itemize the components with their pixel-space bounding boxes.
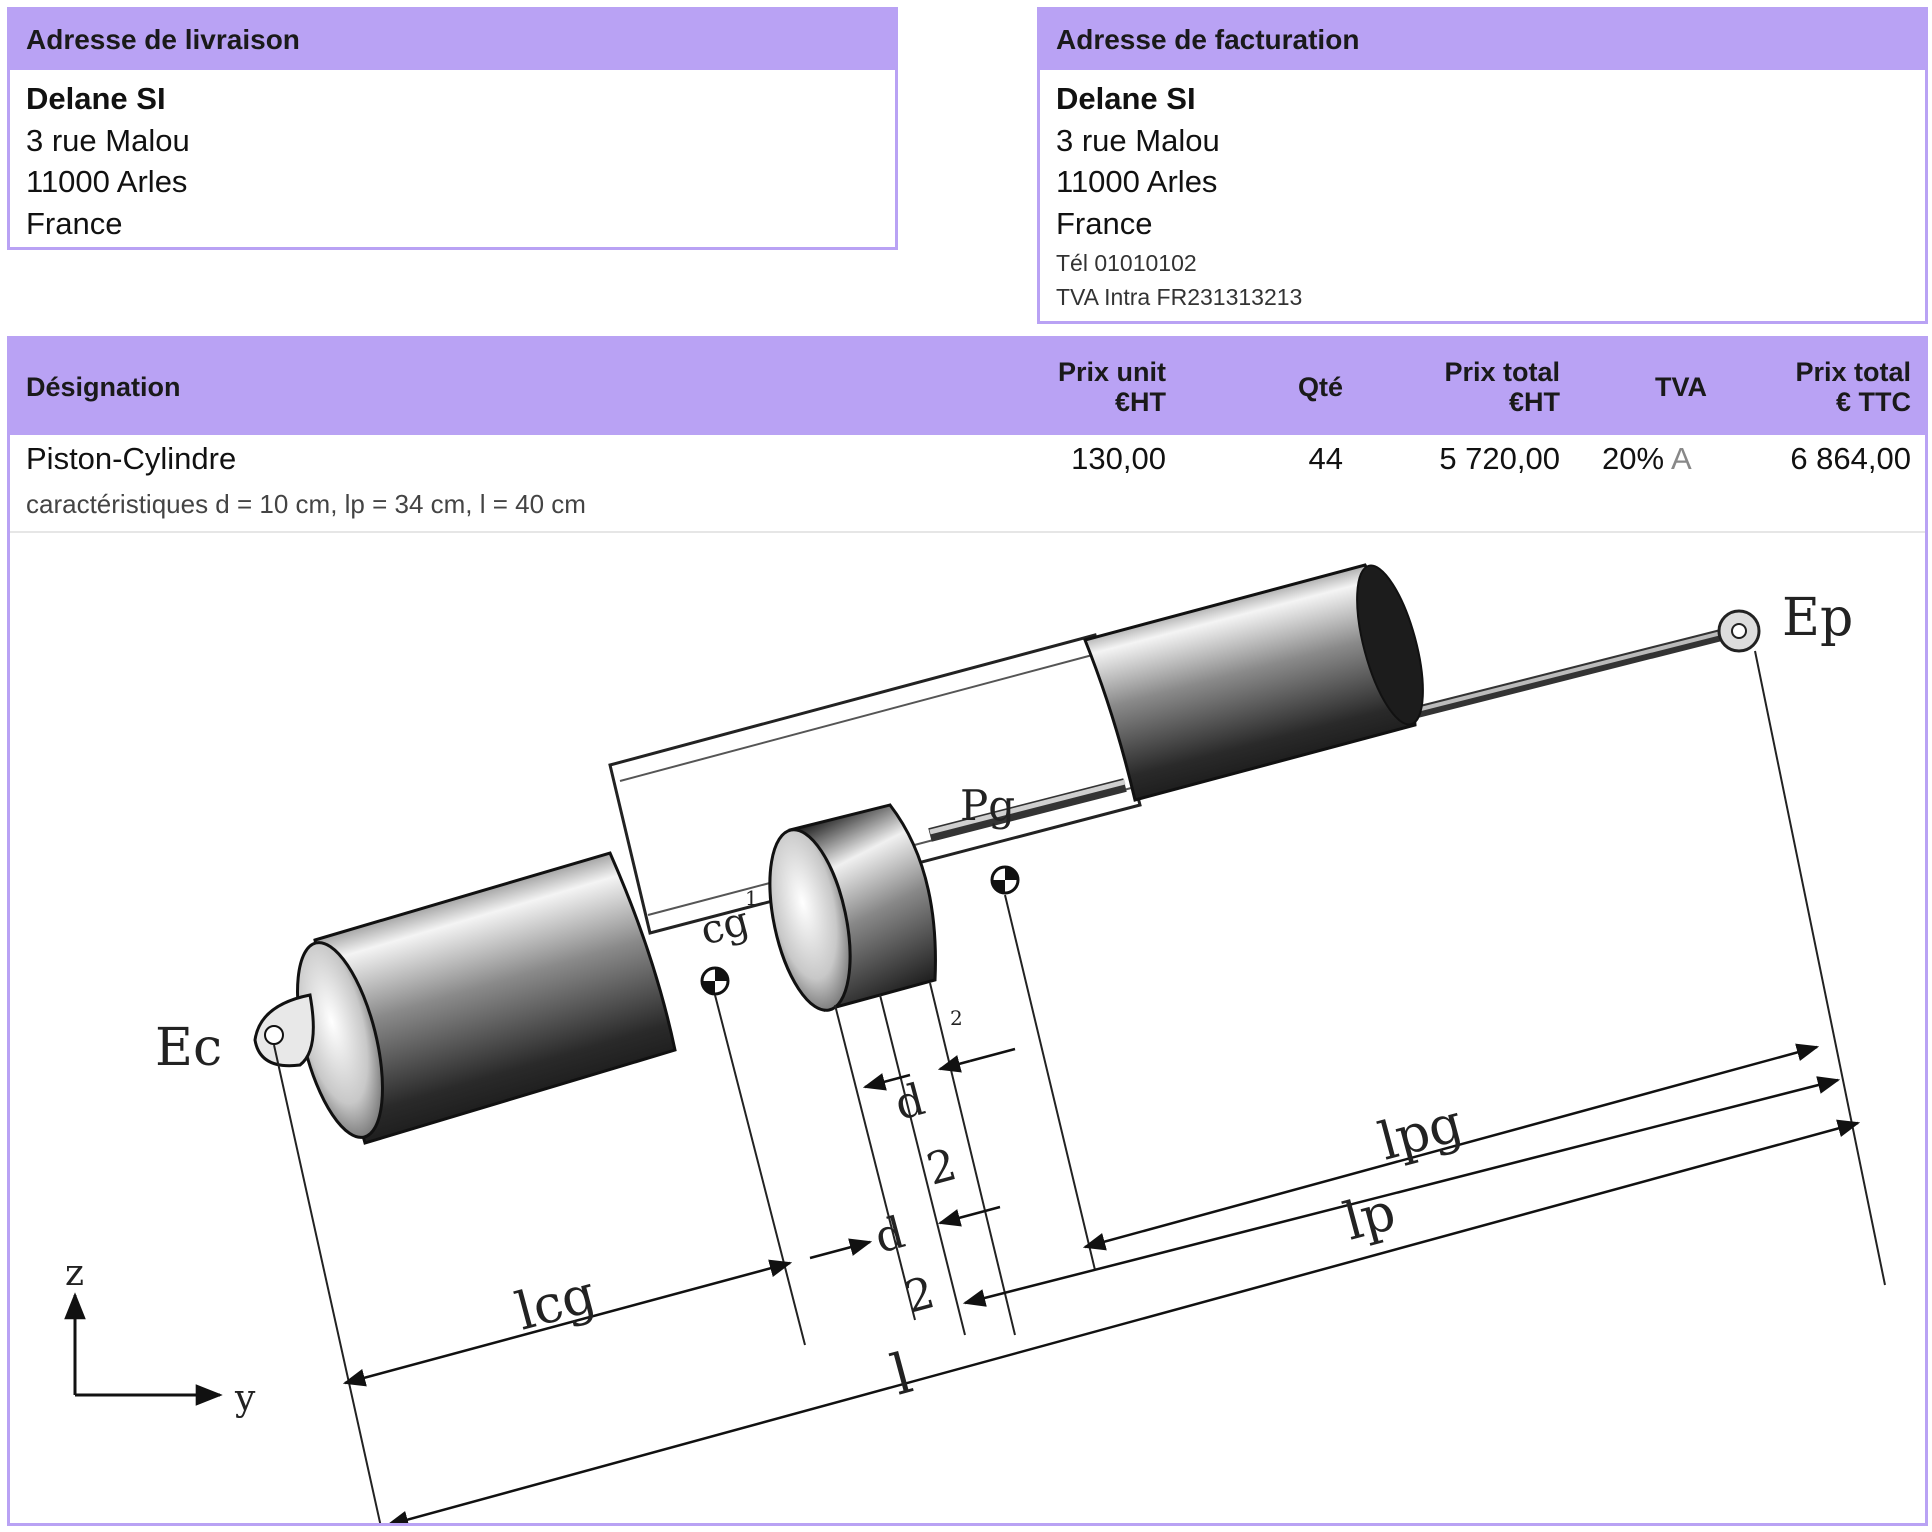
item-total-ttc: 6 864,00 <box>1790 441 1911 476</box>
header-qty: Qté <box>1297 372 1343 402</box>
axes <box>64 1292 223 1406</box>
pg-marker <box>990 865 1020 895</box>
shipping-name: Delane SI <box>26 81 166 116</box>
label-z: z <box>65 1253 84 1294</box>
item-tva-code: A <box>1670 441 1692 476</box>
header-total-ht-line2: €HT <box>1508 387 1560 417</box>
label-y: y <box>234 1378 256 1419</box>
item-unit-price: 130,00 <box>1071 441 1166 476</box>
header-unit-price: Prix unit €HT <box>1058 357 1166 417</box>
cylinder-right <box>1082 563 1424 802</box>
piston <box>768 803 937 1012</box>
shipping-city: 11000 Arles <box>26 164 188 199</box>
item-tva-rate: 20% <box>1602 441 1665 476</box>
cg-marker <box>700 966 730 996</box>
shipping-country: France <box>26 205 123 241</box>
label-one: 1 <box>745 886 758 910</box>
label-lp: lp <box>1338 1182 1402 1253</box>
label-ep: Ep <box>1782 588 1853 648</box>
shipping-address-box: Adresse de livraison Delane SI 3 rue Mal… <box>7 7 898 250</box>
label-two-lower: 2 <box>900 1267 940 1324</box>
header-tva: TVA <box>1655 372 1707 402</box>
shipping-address-title: Adresse de livraison <box>10 10 895 70</box>
header-total-ht-line1: Prix total <box>1444 357 1560 387</box>
header-designation: Désignation <box>26 372 181 402</box>
label-d-upper: d <box>890 1074 930 1131</box>
cylinder-left <box>253 851 677 1145</box>
items-table: Désignation Prix unit €HT Qté Prix total… <box>7 336 1928 1526</box>
billing-address-title: Adresse de facturation <box>1040 10 1925 70</box>
label-lcg: lcg <box>510 1264 602 1342</box>
item-total-ht: 5 720,00 <box>1439 441 1560 476</box>
label-l: l <box>885 1341 919 1408</box>
billing-phone: Tél 01010102 <box>1056 250 1197 276</box>
shipping-street: 3 rue Malou <box>26 122 190 158</box>
header-total-ttc-line1: Prix total <box>1795 357 1911 387</box>
label-ec: Ec <box>155 1018 222 1078</box>
billing-vat-number: TVA Intra FR231313213 <box>1056 284 1303 310</box>
piston-cylinder-diagram: Ep Ec Pg cg 1 lpg lp lcg l d 2 d 2 2 z y <box>64 563 1886 1523</box>
billing-city: 11000 Arles <box>1056 164 1218 199</box>
piston-rod <box>1399 609 1761 721</box>
item-qty: 44 <box>1308 441 1343 476</box>
label-pg: Pg <box>960 781 1015 830</box>
header-unit-price-line1: Prix unit <box>1057 357 1166 387</box>
item-designation: Piston-Cylindre <box>26 441 237 476</box>
item-tva: 20% A <box>1602 441 1692 477</box>
header-total-ttc-line2: € TTC <box>1835 387 1911 417</box>
label-d-lower: d <box>870 1207 910 1264</box>
header-total-ttc: Prix total € TTC <box>1795 357 1911 417</box>
row-divider <box>10 531 1925 533</box>
label-lpg: lpg <box>1373 1093 1469 1172</box>
label-two-small: 2 <box>950 1006 963 1030</box>
billing-address-box: Adresse de facturation Delane SI 3 rue M… <box>1037 7 1928 324</box>
item-details: caractéristiques d = 10 cm, lp = 34 cm, … <box>26 489 586 519</box>
billing-street: 3 rue Malou <box>1056 122 1220 158</box>
table-header-row: Désignation Prix unit €HT Qté Prix total… <box>10 339 1925 435</box>
header-unit-price-line2: €HT <box>1114 387 1166 417</box>
header-total-ht: Prix total €HT <box>1444 357 1560 417</box>
billing-name: Delane SI <box>1056 81 1196 116</box>
billing-country: France <box>1056 205 1153 241</box>
